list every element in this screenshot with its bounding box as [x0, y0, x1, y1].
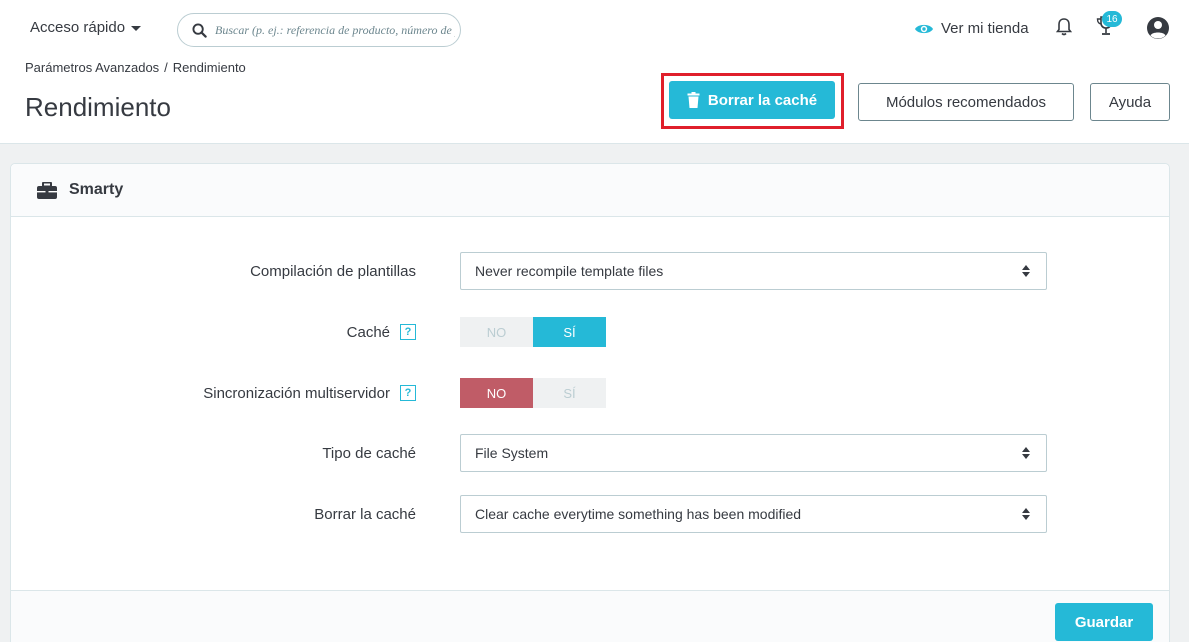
cache-type-label-text: Tipo de caché [322, 444, 416, 462]
select-arrows-icon [1022, 508, 1030, 520]
clear-cache-label: Borrar la caché [707, 91, 818, 109]
cache-type-value: File System [475, 445, 549, 461]
panel-title: Smarty [69, 181, 124, 198]
caret-down-icon [131, 26, 142, 31]
trash-icon [687, 92, 700, 108]
quick-access-label: Acceso rápido [30, 19, 126, 36]
quick-access-dropdown[interactable]: Acceso rápido [30, 19, 142, 36]
cache-label-text: Caché [346, 323, 390, 341]
clear-cache-select[interactable]: Clear cache everytime something has been… [460, 495, 1047, 533]
bell-icon [1055, 18, 1073, 36]
multiserver-label-text: Sincronización multiservidor [203, 384, 390, 402]
template-compilation-value: Never recompile template files [475, 263, 664, 279]
cache-type-row: Tipo de caché File System [11, 434, 1169, 472]
breadcrumb-separator: / [164, 60, 168, 75]
cache-type-label: Tipo de caché [322, 434, 416, 472]
template-compilation-row: Compilación de plantillas Never recompil… [11, 252, 1169, 290]
page-title: Rendimiento [25, 92, 171, 122]
panel-heading: Smarty [11, 164, 1169, 217]
breadcrumb-item-parent[interactable]: Parámetros Avanzados [25, 60, 159, 75]
user-menu-button[interactable] [1146, 16, 1170, 45]
multiserver-no-option[interactable]: NO [460, 378, 533, 408]
clear-cache-field-text: Borrar la caché [314, 505, 416, 523]
eye-icon [915, 24, 933, 33]
smarty-panel: Smarty Compilación de plantillas Never r… [10, 163, 1170, 642]
template-compilation-label: Compilación de plantillas [250, 252, 416, 290]
page-header: Parámetros Avanzados / Rendimiento Rendi… [0, 60, 1189, 144]
notifications-button[interactable] [1055, 17, 1073, 42]
cache-type-select[interactable]: File System [460, 434, 1047, 472]
multiserver-switch[interactable]: NO SÍ [460, 378, 606, 408]
multiserver-row: Sincronización multiservidor ? NO SÍ [11, 378, 1169, 416]
orders-badge: 16 [1102, 11, 1122, 27]
cache-switch[interactable]: NO SÍ [460, 317, 606, 347]
search-input[interactable] [215, 22, 455, 38]
user-circle-icon [1147, 17, 1169, 39]
search-box[interactable] [177, 13, 461, 47]
template-compilation-text: Compilación de plantillas [250, 262, 416, 280]
cache-label: Caché ? [347, 317, 416, 347]
help-icon[interactable]: ? [400, 385, 416, 401]
search-icon [192, 22, 207, 38]
save-button[interactable]: Guardar [1055, 603, 1153, 641]
breadcrumb: Parámetros Avanzados / Rendimiento [25, 60, 246, 75]
top-bar: Acceso rápido Ver mi tienda 16 [0, 0, 1189, 60]
clear-cache-field-label: Borrar la caché [314, 495, 416, 533]
template-compilation-select[interactable]: Never recompile template files [460, 252, 1047, 290]
cache-no-option[interactable]: NO [460, 317, 533, 347]
select-arrows-icon [1022, 447, 1030, 459]
clear-cache-value: Clear cache everytime something has been… [475, 506, 802, 522]
panel-footer: Guardar [11, 590, 1169, 642]
multiserver-yes-option[interactable]: SÍ [533, 378, 606, 408]
briefcase-icon [37, 181, 57, 199]
breadcrumb-item-current: Rendimiento [172, 60, 246, 75]
recommended-modules-button[interactable]: Módulos recomendados [858, 83, 1074, 121]
help-icon[interactable]: ? [400, 324, 416, 340]
view-store-link[interactable]: Ver mi tienda [914, 20, 1029, 37]
cache-yes-option[interactable]: SÍ [533, 317, 606, 347]
cache-row: Caché ? NO SÍ [11, 317, 1169, 355]
select-arrows-icon [1022, 265, 1030, 277]
clear-cache-row: Borrar la caché Clear cache everytime so… [11, 495, 1169, 533]
view-store-label: Ver mi tienda [941, 20, 1029, 37]
clear-cache-button[interactable]: Borrar la caché [669, 81, 835, 119]
help-button[interactable]: Ayuda [1090, 83, 1170, 121]
multiserver-label: Sincronización multiservidor ? [203, 378, 416, 408]
